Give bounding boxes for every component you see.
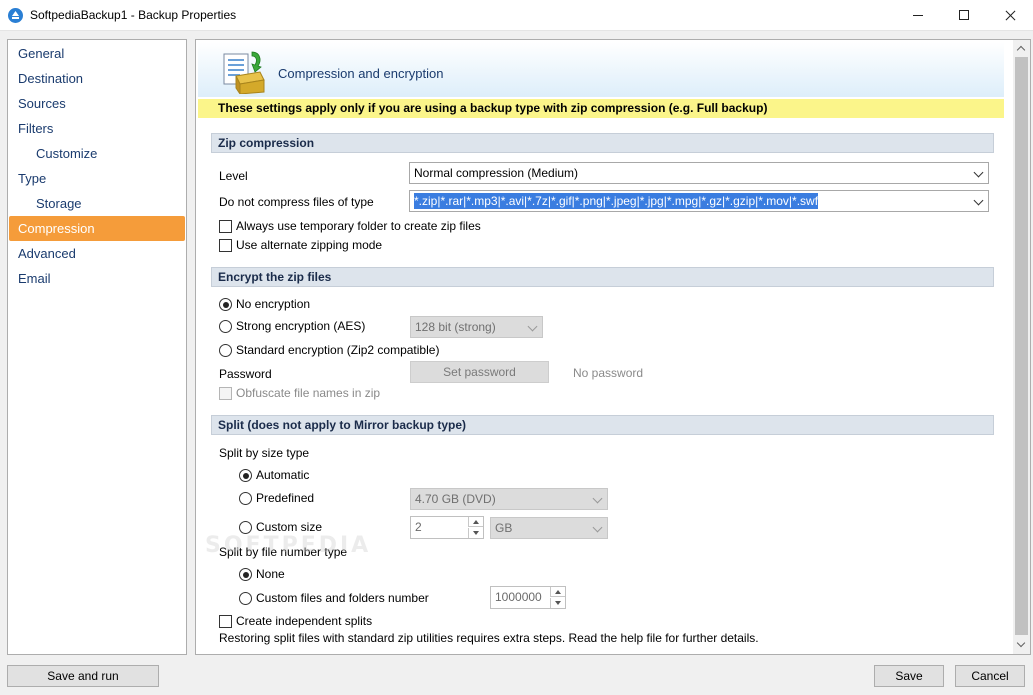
- nocompress-types-combo[interactable]: *.zip|*.rar|*.mp3|*.avi|*.7z|*.gif|*.png…: [409, 190, 989, 212]
- section-encrypt: Encrypt the zip files: [211, 267, 994, 287]
- page-header: Compression and encryption: [198, 42, 1004, 97]
- encryption-strength-select[interactable]: 128 bit (strong): [410, 316, 543, 338]
- maximize-button[interactable]: [941, 0, 987, 31]
- stepper-down-icon[interactable]: [550, 598, 565, 608]
- independent-splits-label: Create independent splits: [236, 614, 373, 628]
- split-number-none-label: None: [256, 567, 285, 581]
- app-icon: [8, 8, 23, 23]
- split-automatic-label: Automatic: [256, 468, 310, 482]
- title-bar: SoftpediaBackup1 - Backup Properties: [0, 0, 1033, 31]
- minimize-icon: [913, 15, 923, 16]
- sidebar-item-email[interactable]: Email: [9, 266, 185, 291]
- sidebar-item-filters[interactable]: Filters: [9, 116, 185, 141]
- split-note: Restoring split files with standard zip …: [219, 631, 759, 645]
- sidebar-item-compression[interactable]: Compression: [9, 216, 185, 241]
- custom-size-unit-select[interactable]: GB: [490, 517, 608, 539]
- independent-splits-checkbox[interactable]: [219, 615, 232, 628]
- custom-size-stepper[interactable]: 2: [410, 516, 484, 539]
- split-predefined-label: Predefined: [256, 491, 315, 505]
- settings-panel: Compression and encryption These setting…: [195, 39, 1031, 655]
- set-password-button[interactable]: Set password: [410, 361, 549, 383]
- stepper-up-icon[interactable]: [550, 587, 565, 597]
- window-title: SoftpediaBackup1 - Backup Properties: [30, 8, 237, 22]
- chevron-down-icon: [973, 167, 984, 178]
- chevron-down-icon: [592, 493, 603, 504]
- chevron-down-icon: [527, 321, 538, 332]
- custom-number-stepper[interactable]: 1000000: [490, 586, 566, 609]
- compression-package-icon: [223, 51, 265, 94]
- split-by-size-label: Split by size type: [219, 446, 310, 460]
- save-button[interactable]: Save: [874, 665, 944, 687]
- level-label: Level: [219, 169, 248, 183]
- section-split: Split (does not apply to Mirror backup t…: [211, 415, 994, 435]
- temp-folder-label: Always use temporary folder to create zi…: [236, 219, 481, 233]
- obfuscate-label: Obfuscate file names in zip: [236, 386, 381, 400]
- predefined-size-select[interactable]: 4.70 GB (DVD): [410, 488, 608, 510]
- temp-folder-checkbox[interactable]: [219, 220, 232, 233]
- obfuscate-checkbox[interactable]: [219, 387, 232, 400]
- scroll-up-icon[interactable]: [1013, 40, 1030, 57]
- password-status: No password: [573, 366, 644, 380]
- sidebar-item-sources[interactable]: Sources: [9, 91, 185, 116]
- page-title: Compression and encryption: [278, 66, 444, 81]
- stepper-down-icon[interactable]: [468, 528, 483, 538]
- strong-encryption-radio[interactable]: [219, 320, 232, 333]
- alt-mode-label: Use alternate zipping mode: [236, 238, 383, 252]
- sidebar-item-storage[interactable]: Storage: [9, 191, 185, 216]
- split-predefined-radio[interactable]: [239, 492, 252, 505]
- standard-encryption-label: Standard encryption (Zip2 compatible): [236, 343, 440, 357]
- sidebar: General Destination Sources Filters Cust…: [7, 39, 187, 655]
- chevron-down-icon: [592, 522, 603, 533]
- no-encryption-radio[interactable]: [219, 298, 232, 311]
- sidebar-item-customize[interactable]: Customize: [9, 141, 185, 166]
- stepper-up-icon[interactable]: [468, 517, 483, 527]
- save-and-run-button[interactable]: Save and run: [7, 665, 159, 687]
- split-custom-size-label: Custom size: [256, 520, 323, 534]
- close-button[interactable]: [987, 0, 1033, 31]
- split-number-none-radio[interactable]: [239, 568, 252, 581]
- password-label: Password: [219, 367, 272, 381]
- zip-notice-banner: These settings apply only if you are usi…: [198, 99, 1004, 118]
- alt-mode-checkbox[interactable]: [219, 239, 232, 252]
- vertical-scrollbar[interactable]: [1013, 40, 1030, 654]
- sidebar-item-destination[interactable]: Destination: [9, 66, 185, 91]
- section-zip-compression: Zip compression: [211, 133, 994, 153]
- watermark: SOFTPEDIA: [205, 533, 372, 558]
- sidebar-item-advanced[interactable]: Advanced: [9, 241, 185, 266]
- scroll-down-icon[interactable]: [1013, 637, 1030, 654]
- cancel-button[interactable]: Cancel: [955, 665, 1025, 687]
- nocompress-label: Do not compress files of type: [219, 195, 374, 209]
- split-custom-number-radio[interactable]: [239, 592, 252, 605]
- minimize-button[interactable]: [895, 0, 941, 31]
- split-automatic-radio[interactable]: [239, 469, 252, 482]
- split-custom-number-label: Custom files and folders number: [256, 591, 429, 605]
- strong-encryption-label: Strong encryption (AES): [236, 319, 366, 333]
- scrollbar-thumb[interactable]: [1015, 57, 1028, 635]
- maximize-icon: [959, 10, 969, 20]
- no-encryption-label: No encryption: [236, 297, 311, 311]
- sidebar-item-general[interactable]: General: [9, 41, 185, 66]
- chevron-down-icon: [973, 195, 984, 206]
- standard-encryption-radio[interactable]: [219, 344, 232, 357]
- level-select[interactable]: Normal compression (Medium): [409, 162, 989, 184]
- sidebar-item-type[interactable]: Type: [9, 166, 185, 191]
